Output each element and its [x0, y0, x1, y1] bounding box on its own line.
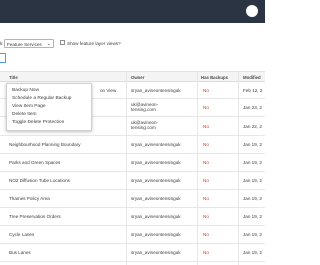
row-title[interactable]: Neighbourhood Planning Boundary: [9, 142, 81, 147]
menu-item-schedule-backup[interactable]: Schedule a Regular Backup: [12, 96, 71, 101]
row-backups: No: [203, 124, 209, 129]
row-backups: No: [203, 214, 209, 219]
table-row[interactable]: Neighbourhood Planning Boundary sryan_av…: [0, 136, 265, 154]
row-modified: Jan 19, 2: [243, 232, 262, 237]
row-modified: Jan 19, 2: [243, 196, 262, 201]
row-modified: Jan 19, 2: [243, 214, 262, 219]
header-title[interactable]: Title: [9, 75, 18, 80]
menu-item-view-item-page[interactable]: View Item Page: [12, 104, 46, 109]
table-row[interactable]: Tree Preservation Orders sryan_avineonte…: [0, 208, 265, 226]
row-owner: sryan_avineontensinguk: [131, 88, 181, 93]
top-app-bar: [0, 0, 265, 23]
menu-item-delete-item[interactable]: Delete Item: [12, 112, 37, 117]
column-divider: [126, 71, 127, 265]
row-backups: No: [203, 105, 209, 110]
row-modified: Jan 23, 2: [243, 105, 262, 110]
header-modified[interactable]: Modified: [243, 75, 261, 80]
show-views-checkbox[interactable]: [60, 40, 65, 45]
table-header: Title Owner Has Backups Modified: [0, 71, 265, 82]
table-row[interactable]: Parks and Green Spaces sryan_avineontens…: [0, 154, 265, 172]
user-avatar[interactable]: [246, 5, 258, 17]
menu-item-toggle-delete-protection[interactable]: Toggle Delete Protection: [12, 120, 64, 125]
header-has-backups[interactable]: Has Backups: [201, 75, 228, 80]
row-title-suffix: on View: [100, 88, 117, 93]
row-backups: No: [203, 196, 209, 201]
row-backups: No: [203, 232, 209, 237]
row-owner: sryan_avineontensinguk: [131, 250, 181, 255]
menu-item-backup-now[interactable]: Backup Now: [12, 88, 39, 93]
row-owner: sryan_avineontensinguk: [131, 214, 181, 219]
row-owner: sryan_avineontensinguk: [131, 142, 181, 147]
row-modified: Feb 12, 2: [243, 88, 263, 93]
row-context-menu: Backup Now Schedule a Regular Backup Vie…: [6, 83, 92, 131]
table-row[interactable]: Cycle Lanes sryan_avineontensinguk No Ja…: [0, 226, 265, 244]
row-owner: sryan_avineontensinguk: [131, 196, 181, 201]
row-title[interactable]: Tree Preservation Orders: [9, 214, 61, 219]
row-modified: Jan 19, 2: [243, 160, 262, 165]
row-modified: Jan 19, 2: [243, 142, 262, 147]
row-title[interactable]: NO2 Diffusion Tube Locations: [9, 178, 70, 183]
row-modified: Jan 19, 2: [243, 178, 262, 183]
header-owner[interactable]: Owner: [131, 75, 144, 80]
row-backups: No: [203, 178, 209, 183]
row-backups: No: [203, 142, 209, 147]
row-modified: Jan 19, 2: [243, 250, 262, 255]
row-title[interactable]: Parks and Green Spaces: [9, 160, 60, 165]
column-divider: [197, 71, 198, 265]
row-title[interactable]: Thames Policy Area: [9, 196, 50, 201]
row-owner: sryan_avineontensinguk: [131, 160, 181, 165]
table-row[interactable]: NO2 Diffusion Tube Locations sryan_avine…: [0, 172, 265, 190]
row-title[interactable]: Cycle Lanes: [9, 232, 34, 237]
row-backups: No: [203, 160, 209, 165]
row-owner: uk@avineon- tensing.com: [131, 102, 159, 113]
row-backups: No: [203, 250, 209, 255]
row-title[interactable]: Bus Lanes: [9, 250, 31, 255]
table-row[interactable]: Thames Policy Area sryan_avineontensingu…: [0, 190, 265, 208]
row-owner: sryan_avineontensinguk: [131, 178, 181, 183]
row-backups: No: [203, 88, 209, 93]
column-divider: [238, 71, 239, 265]
row-modified: Jan 22, 2: [243, 124, 262, 129]
row-owner: uk@avineon- tensing.com: [131, 120, 159, 131]
toolbar-button[interactable]: [0, 53, 6, 63]
table-row[interactable]: Bus Lanes sryan_avineontensinguk No Jan …: [0, 244, 265, 262]
show-views-checkbox-label: Show feature layer views?: [67, 41, 121, 46]
item-type-select-value: Feature Services: [7, 41, 42, 47]
filter-row: k: Feature Services ⌄ Show feature layer…: [0, 39, 265, 49]
item-type-select[interactable]: Feature Services ⌄: [4, 39, 54, 48]
row-owner: sryan_avineontensinguk: [131, 232, 181, 237]
chevron-down-icon: ⌄: [46, 40, 51, 47]
